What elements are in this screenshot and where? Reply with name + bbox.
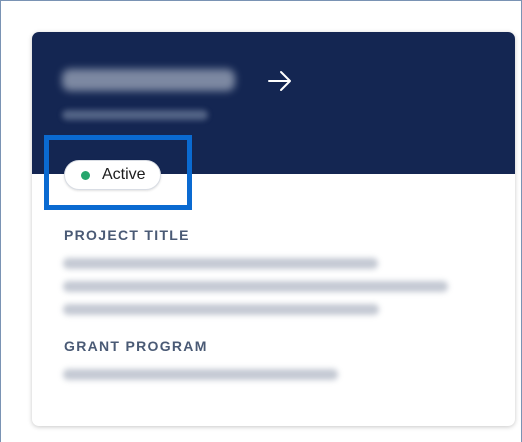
- grant-card[interactable]: Active PROJECT TITLE GRANT PROGRAM: [32, 32, 515, 426]
- redacted-project-title-line: [63, 304, 379, 315]
- redacted-project-title-line: [63, 281, 448, 292]
- redacted-grant-subtitle: [62, 110, 208, 120]
- redacted-grant-program: [63, 369, 338, 380]
- grant-program-label: GRANT PROGRAM: [64, 338, 208, 354]
- highlight-box: [44, 135, 192, 210]
- project-title-label: PROJECT TITLE: [64, 227, 190, 243]
- redacted-project-title-line: [63, 258, 378, 269]
- redacted-grant-id: [62, 69, 235, 91]
- arrow-right-icon[interactable]: [267, 69, 293, 93]
